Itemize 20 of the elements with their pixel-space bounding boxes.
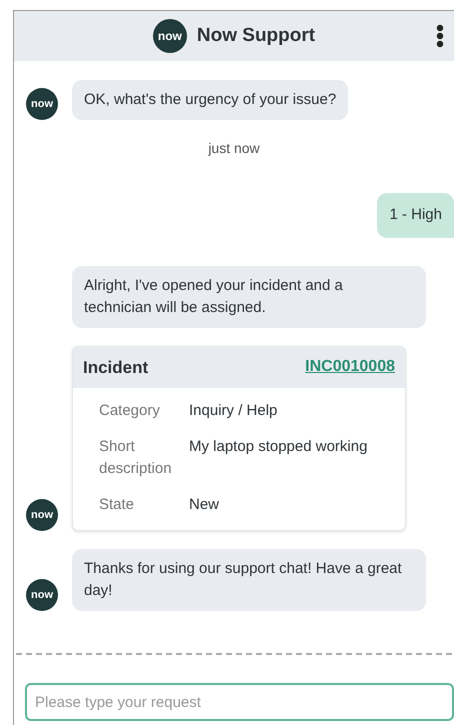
user-message: 1 - High	[377, 193, 454, 238]
chat-title: Now Support	[196, 24, 316, 48]
avatar-logo: now	[152, 19, 187, 53]
avatar-logo: now	[26, 499, 58, 531]
field-value: Inquiry / Help	[189, 401, 278, 421]
field-value: My laptop stopped working	[189, 437, 368, 457]
message-input[interactable]: Please type your request	[25, 683, 454, 721]
more-menu-icon[interactable]	[436, 24, 444, 48]
bot-message: Alright, I've opened your incident and a technician will be assigned.	[72, 266, 426, 328]
field-value: New	[189, 495, 220, 515]
avatar-logo: now	[26, 88, 58, 120]
avatar-logo: now	[26, 579, 58, 611]
bot-message: Thanks for using our support chat! Have a great day!	[72, 549, 426, 611]
field-label: State	[99, 495, 136, 515]
incident-link[interactable]: INC0010008	[305, 355, 395, 380]
card-title: Incident	[83, 356, 148, 378]
field-label: Category	[99, 401, 161, 421]
field-label: Short description	[99, 437, 173, 479]
bot-message: OK, what's the urgency of your issue?	[72, 80, 348, 120]
timestamp: just now	[208, 139, 260, 158]
